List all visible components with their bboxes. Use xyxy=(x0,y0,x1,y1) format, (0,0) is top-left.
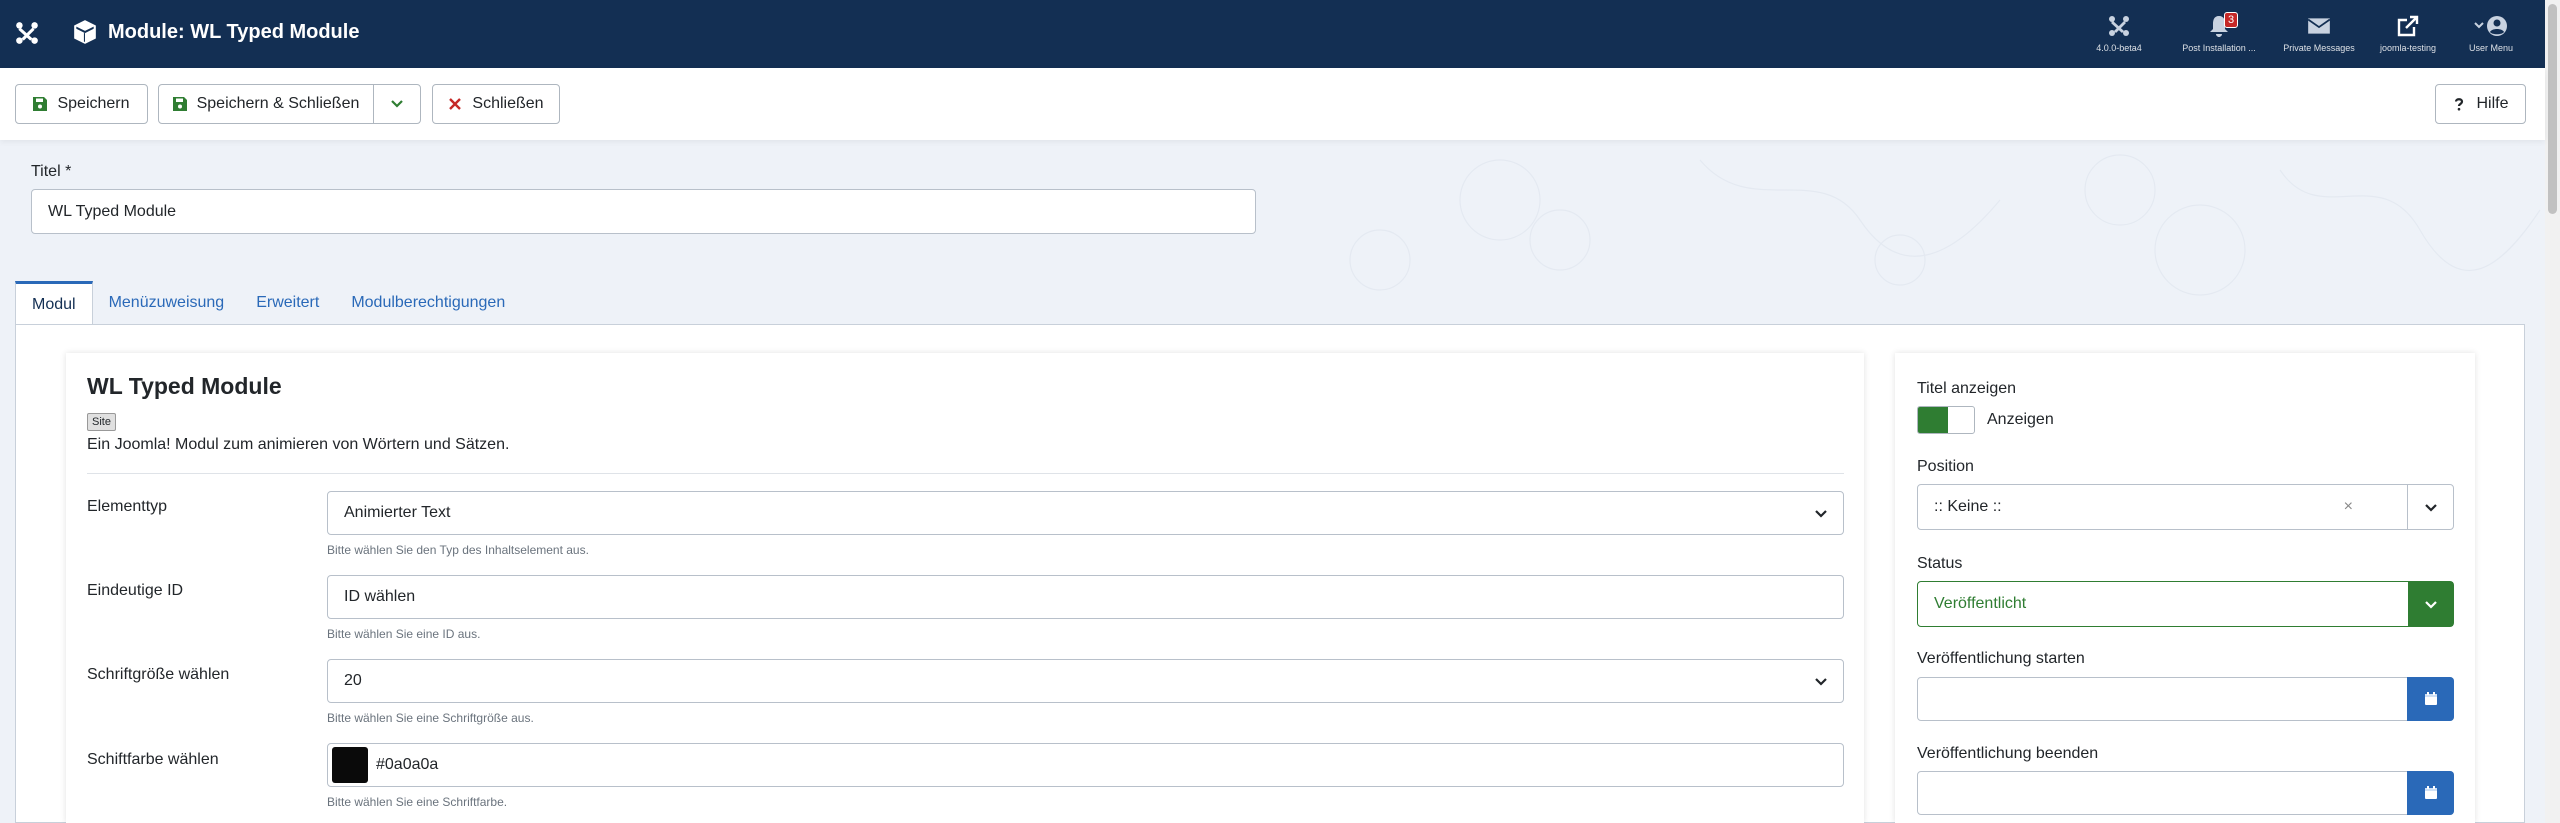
scrollbar-thumb[interactable] xyxy=(2548,4,2557,214)
close-label: Schließen xyxy=(472,95,544,112)
cube-icon xyxy=(74,20,96,44)
publish-down-input[interactable] xyxy=(1917,771,2454,815)
font-size-select[interactable]: 20 xyxy=(327,659,1844,703)
font-size-help: Bitte wählen Sie eine Schriftgröße aus. xyxy=(327,711,534,725)
status-select[interactable]: Veröffentlicht xyxy=(1917,581,2454,627)
save-dropdown-toggle[interactable] xyxy=(373,84,421,124)
status-value: Veröffentlicht xyxy=(1934,595,2027,612)
element-type-label: Elementtyp xyxy=(87,498,168,515)
save-close-button[interactable]: Speichern & Schließen xyxy=(158,84,374,124)
status-label: Status xyxy=(1917,555,1963,572)
save-label: Speichern xyxy=(57,95,130,112)
save-close-label: Speichern & Schließen xyxy=(196,95,360,112)
title-field-label: Titel * xyxy=(31,163,72,180)
element-type-help: Bitte wählen Sie den Typ des Inhaltselem… xyxy=(327,543,589,557)
color-swatch[interactable] xyxy=(332,747,368,783)
top-header: Module: WL Typed Module 4.0.0-beta4 3 Po… xyxy=(0,0,2545,68)
post-installation-link[interactable]: 3 Post Installation ... xyxy=(2174,12,2264,53)
element-type-value: Animierter Text xyxy=(344,504,451,521)
help-button[interactable]: Hilfe xyxy=(2435,84,2526,124)
unique-id-help: Bitte wählen Sie eine ID aus. xyxy=(327,627,481,641)
font-color-label: Schiftfarbe wählen xyxy=(87,751,219,768)
toggle-on-indicator xyxy=(1918,407,1948,433)
user-menu-label: User Menu xyxy=(2468,43,2513,53)
tab-bar: Modul Menüzuweisung Erweitert Modulberec… xyxy=(15,281,521,325)
tab-modulberechtigungen[interactable]: Modulberechtigungen xyxy=(335,281,521,325)
publish-up-calendar-button[interactable] xyxy=(2407,677,2454,721)
site-link-label: joomla-testing xyxy=(2379,43,2437,53)
close-button[interactable]: Schließen xyxy=(432,84,560,124)
show-title-toggle[interactable] xyxy=(1917,406,1975,434)
page-title: Module: WL Typed Module xyxy=(108,20,360,43)
font-color-input[interactable]: #0a0a0a xyxy=(327,743,1844,787)
version-label: 4.0.0-beta4 xyxy=(2096,43,2142,53)
calendar-icon xyxy=(2424,692,2437,705)
unique-id-value: ID wählen xyxy=(344,588,416,605)
position-select[interactable]: :: Keine :: × xyxy=(1917,484,2454,530)
select-divider xyxy=(2407,485,2408,529)
site-link[interactable]: joomla-testing xyxy=(2363,12,2453,53)
font-color-help: Bitte wählen Sie eine Schriftfarbe. xyxy=(327,795,508,809)
tab-erweitert[interactable]: Erweitert xyxy=(240,281,335,325)
calendar-icon xyxy=(2424,786,2437,799)
background-pattern xyxy=(1349,154,2541,296)
module-description: Ein Joomla! Modul zum animieren von Wört… xyxy=(87,436,510,453)
post-installation-label: Post Installation ... xyxy=(2182,43,2256,53)
position-clear-button[interactable]: × xyxy=(2344,498,2353,516)
unique-id-input[interactable]: ID wählen xyxy=(327,575,1844,619)
private-messages-link[interactable]: Private Messages xyxy=(2274,12,2364,53)
chevron-down-icon xyxy=(391,100,403,108)
floppy-disk-icon xyxy=(172,97,187,111)
external-link-icon xyxy=(2397,15,2419,37)
title-input[interactable]: WL Typed Module xyxy=(31,189,1256,234)
publish-down-label: Veröffentlichung beenden xyxy=(1917,745,2099,762)
show-title-value: Anzeigen xyxy=(1987,411,2054,428)
unique-id-label: Eindeutige ID xyxy=(87,582,184,599)
publish-down-calendar-button[interactable] xyxy=(2407,771,2454,815)
close-icon xyxy=(449,98,462,110)
publish-up-input[interactable] xyxy=(1917,677,2454,721)
notification-badge: 3 xyxy=(2224,12,2239,28)
toolbar: Speichern Speichern & Schließen Schließe… xyxy=(0,68,2545,140)
publish-up-label: Veröffentlichung starten xyxy=(1917,650,2085,667)
joomla-logo-icon[interactable] xyxy=(14,20,40,46)
module-name: WL Typed Module xyxy=(87,373,282,399)
help-label: Hilfe xyxy=(2476,95,2509,112)
position-value: :: Keine :: xyxy=(1934,498,2002,515)
position-label: Position xyxy=(1917,458,1974,475)
chevron-down-icon xyxy=(1815,678,1827,686)
show-title-label: Titel anzeigen xyxy=(1917,380,2017,397)
floppy-disk-icon xyxy=(33,97,48,111)
site-badge: Site xyxy=(87,413,116,431)
chevron-down-icon xyxy=(2425,601,2437,609)
tab-modul[interactable]: Modul xyxy=(15,281,93,325)
envelope-icon xyxy=(2307,18,2331,34)
save-button[interactable]: Speichern xyxy=(15,84,148,124)
chevron-down-icon xyxy=(1815,510,1827,518)
tab-menuzuweisung[interactable]: Menüzuweisung xyxy=(93,281,241,325)
element-type-select[interactable]: Animierter Text xyxy=(327,491,1844,535)
chevron-down-icon xyxy=(2425,504,2437,512)
joomla-icon xyxy=(2109,16,2129,36)
version-link[interactable]: 4.0.0-beta4 xyxy=(2074,12,2164,53)
question-icon xyxy=(2455,98,2464,111)
font-size-value: 20 xyxy=(344,672,362,689)
font-color-value: #0a0a0a xyxy=(376,756,439,773)
private-messages-label: Private Messages xyxy=(2283,43,2355,53)
user-menu-button[interactable]: User Menu xyxy=(2446,12,2536,53)
font-size-label: Schriftgröße wählen xyxy=(87,666,230,683)
divider xyxy=(87,473,1844,474)
user-icon xyxy=(2474,16,2507,36)
vertical-scrollbar[interactable] xyxy=(2545,0,2560,823)
